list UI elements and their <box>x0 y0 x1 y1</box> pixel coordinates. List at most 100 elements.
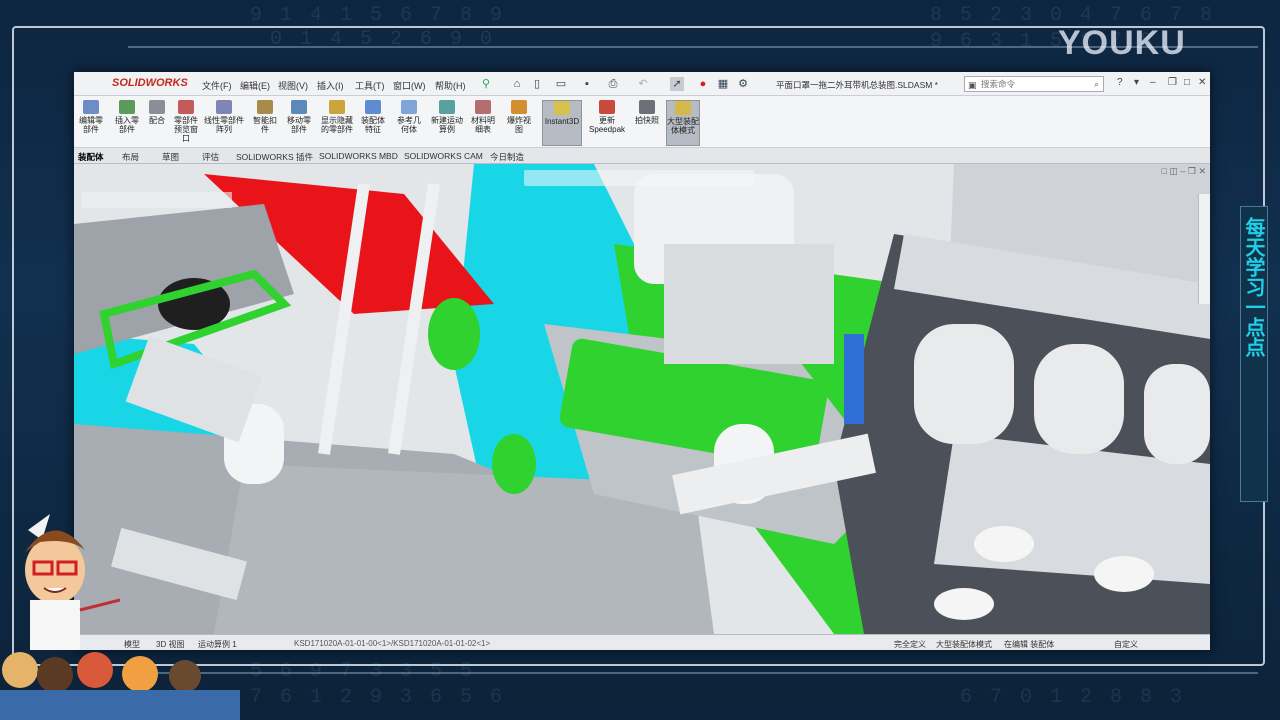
ribbon-instant3d-button[interactable]: Instant3D <box>542 100 582 146</box>
tab-cam[interactable]: SOLIDWORKS CAM <box>404 151 483 161</box>
status-mode: 大型装配体模式 <box>936 640 992 649</box>
ribbon-label: 材料明细表 <box>471 116 495 134</box>
viewport-window-controls[interactable]: □ ◫ – ❐ ✕ <box>1116 166 1206 178</box>
insert-component-icon <box>119 100 135 114</box>
status-path: KSD171020A-01-01-00<1>/KSD171020A-01-01-… <box>294 639 491 648</box>
print-icon[interactable]: ⎙ <box>606 77 620 91</box>
options-gear-icon[interactable]: ⚙ <box>736 77 750 91</box>
ribbon-linear-pattern-button[interactable]: 线性零部件阵列 <box>204 100 244 146</box>
search-placeholder: 搜索命令 <box>981 79 1016 89</box>
ribbon-reference-geometry-button[interactable]: 参考几何体 <box>394 100 424 146</box>
status-bar: 模型 3D 视图 运动算例 1 KSD171020A-01-01-00<1>/K… <box>74 634 1210 650</box>
ribbon-assembly-features-button[interactable]: 装配体特征 <box>358 100 388 146</box>
ribbon-label: 零部件预览窗口 <box>174 116 198 143</box>
breadcrumb-bar[interactable] <box>82 192 232 208</box>
open-icon[interactable]: ▭ <box>554 77 568 91</box>
undo-icon[interactable]: ↶ <box>636 77 650 91</box>
select-arrow-icon[interactable]: ➚ <box>670 77 684 91</box>
menu-insert[interactable]: 插入(I) <box>317 79 344 92</box>
ribbon-bom-button[interactable]: 材料明细表 <box>470 100 496 146</box>
ribbon-label: 拍快照 <box>635 116 659 125</box>
task-pane-tabs[interactable] <box>1198 194 1210 304</box>
tab-addins[interactable]: SOLIDWORKS 插件 <box>236 151 313 163</box>
menu-edit[interactable]: 编辑(E) <box>240 79 270 92</box>
command-manager-ribbon: 编辑零部件 插入零部件 配合 零部件预览窗口 线性零部件阵列 智能扣件 移动零部… <box>74 96 1210 148</box>
ribbon-label: Instant3D <box>544 117 580 126</box>
solidworks-logo: SOLIDWORKS <box>112 77 188 89</box>
ribbon-label: 爆炸视图 <box>507 116 531 134</box>
new-document-icon[interactable]: ▯ <box>530 77 544 91</box>
ribbon-insert-component-button[interactable]: 插入零部件 <box>112 100 142 146</box>
command-tabs: 装配体 布局 草图 评估 SOLIDWORKS 插件 SOLIDWORKS MB… <box>74 148 1210 164</box>
menu-help[interactable]: 帮助(H) <box>435 79 466 92</box>
new-motion-study-icon <box>439 100 455 114</box>
traffic-light-icon[interactable]: ● <box>696 77 710 91</box>
solidworks-window: SOLIDWORKS 文件(F) 编辑(E) 视图(V) 插入(I) 工具(T)… <box>74 72 1210 650</box>
maximize-icon[interactable]: □ <box>1184 77 1190 88</box>
ribbon-edit-component-button[interactable]: 编辑零部件 <box>76 100 106 146</box>
ribbon-exploded-view-button[interactable]: 爆炸视图 <box>504 100 534 146</box>
ribbon-label: 配合 <box>149 116 165 125</box>
mate-icon <box>149 100 165 114</box>
ribbon-label: 新建运动算例 <box>431 116 463 134</box>
graphics-viewport[interactable]: □ ◫ – ❐ ✕ <box>74 164 1210 634</box>
status-editing: 在编辑 装配体 <box>1004 640 1055 649</box>
side-banner-text: 每天学习一点点 <box>1242 217 1264 357</box>
close-icon[interactable]: ✕ <box>1198 77 1206 88</box>
ribbon-large-assembly-button[interactable]: 大型装配体模式 <box>666 100 700 146</box>
ribbon-show-hidden-button[interactable]: 显示隐藏的零部件 <box>320 100 354 146</box>
ribbon-label: 显示隐藏的零部件 <box>321 116 353 134</box>
ribbon-speedpak-button[interactable]: 更新Speedpak <box>588 100 626 146</box>
move-component-icon <box>291 100 307 114</box>
document-title: 平面口罩一拖二外耳带机总装图.SLDASM * <box>776 80 938 90</box>
edit-component-icon <box>83 100 99 114</box>
ribbon-label: 智能扣件 <box>253 116 277 134</box>
help-dropdown-icon[interactable]: ▾ <box>1134 77 1139 88</box>
home-icon[interactable]: ⌂ <box>510 77 524 91</box>
tab-sketch[interactable]: 草图 <box>162 151 179 163</box>
menu-tools[interactable]: 工具(T) <box>355 79 385 92</box>
show-hidden-icon <box>329 100 345 114</box>
tab-evaluate[interactable]: 评估 <box>202 151 219 163</box>
rebuild-icon[interactable]: ▦ <box>716 77 730 91</box>
tab-assembly[interactable]: 装配体 <box>78 151 104 163</box>
menu-view[interactable]: 视图(V) <box>278 79 308 92</box>
speedpak-icon <box>599 100 615 114</box>
pin-icon[interactable]: ⚲ <box>479 77 493 91</box>
help-question-icon[interactable]: ? <box>1117 77 1123 88</box>
tab-mbd[interactable]: SOLIDWORKS MBD <box>319 151 398 161</box>
smart-fasteners-icon <box>257 100 273 114</box>
menu-window[interactable]: 窗口(W) <box>393 79 426 92</box>
large-assembly-icon <box>675 101 691 115</box>
ribbon-label: 参考几何体 <box>397 116 421 134</box>
tab-layout[interactable]: 布局 <box>122 151 139 163</box>
ribbon-label: 插入零部件 <box>115 116 139 134</box>
search-command-input[interactable]: ▣ 搜索命令 ⌕ <box>964 76 1104 92</box>
menu-file[interactable]: 文件(F) <box>202 79 232 92</box>
ribbon-component-preview-button[interactable]: 零部件预览窗口 <box>172 100 200 146</box>
ribbon-smart-fasteners-button[interactable]: 智能扣件 <box>250 100 280 146</box>
side-banner: 每天学习一点点 <box>1240 206 1268 502</box>
instant3d-icon <box>554 101 570 115</box>
snapshot-icon <box>639 100 655 114</box>
ribbon-new-motion-study-button[interactable]: 新建运动算例 <box>430 100 464 146</box>
restore-icon[interactable]: ❐ <box>1168 77 1177 88</box>
ribbon-label: 移动零部件 <box>287 116 311 134</box>
exploded-view-icon <box>511 100 527 114</box>
status-definition: 完全定义 <box>894 640 926 649</box>
cad-model-render <box>74 164 1210 634</box>
ribbon-label: 更新Speedpak <box>588 116 626 134</box>
status-custom[interactable]: 自定义 <box>1114 639 1138 650</box>
tab-manufacturing[interactable]: 今日制造 <box>490 151 524 163</box>
minimize-icon[interactable]: – <box>1150 77 1156 88</box>
assembly-features-icon <box>365 100 381 114</box>
heads-up-view-toolbar[interactable] <box>524 170 754 186</box>
linear-pattern-icon <box>216 100 232 114</box>
ribbon-label: 线性零部件阵列 <box>204 116 244 134</box>
ribbon-label: 编辑零部件 <box>79 116 103 134</box>
ribbon-move-component-button[interactable]: 移动零部件 <box>284 100 314 146</box>
ribbon-label: 装配体特征 <box>361 116 385 134</box>
save-icon[interactable]: ▪ <box>580 77 594 91</box>
ribbon-snapshot-button[interactable]: 拍快照 <box>632 100 662 146</box>
ribbon-mate-button[interactable]: 配合 <box>144 100 170 146</box>
